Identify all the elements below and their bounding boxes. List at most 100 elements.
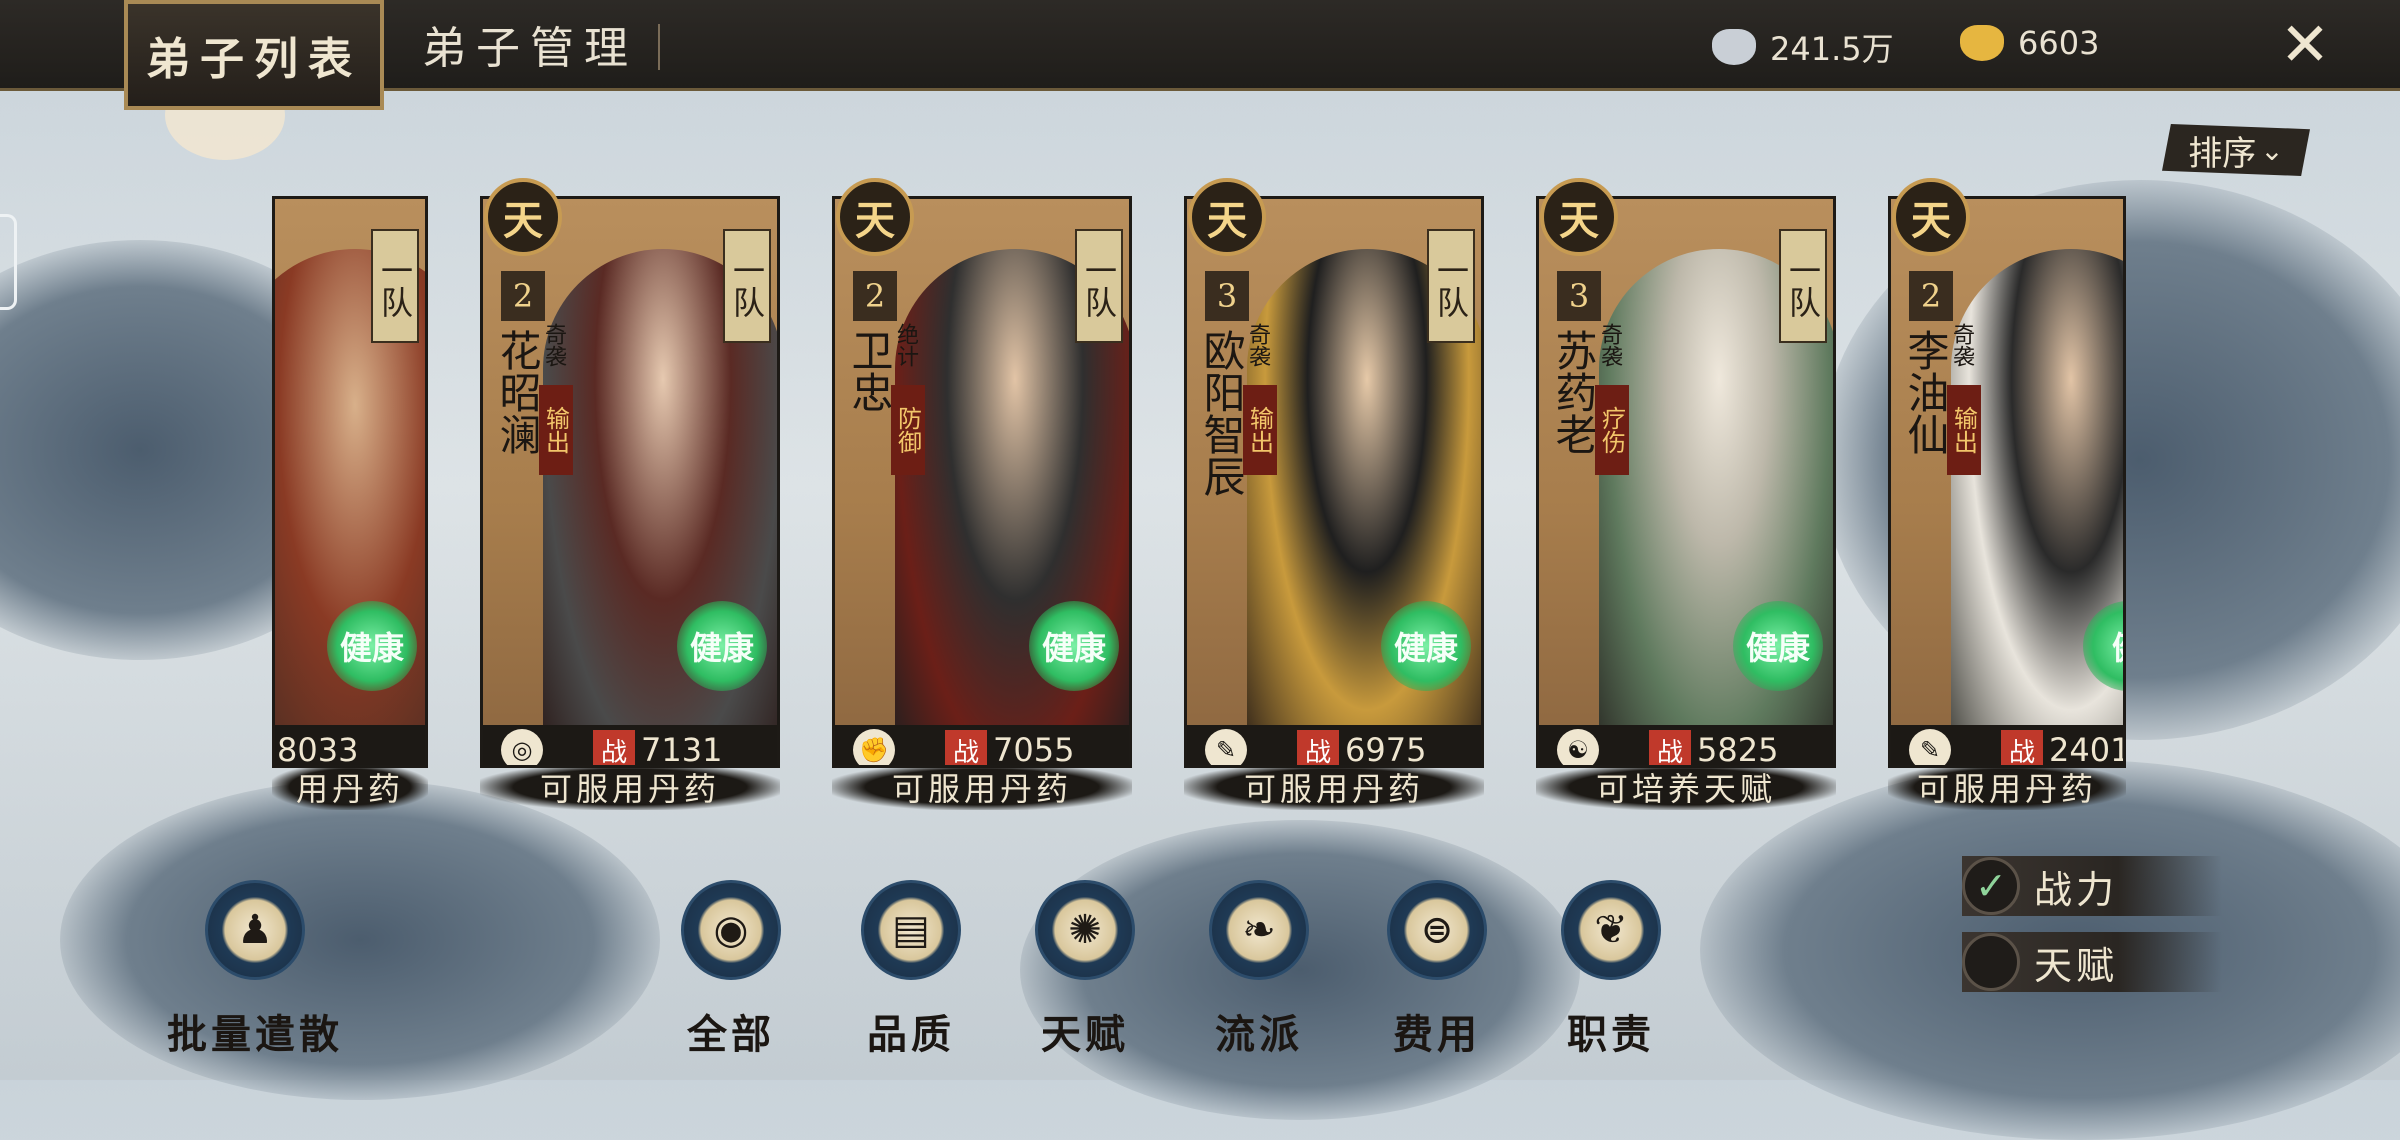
card-frame: 3 一队 苏药老 奇袭 疗伤 健康 ☯ 战 5825 xyxy=(1536,196,1836,768)
card-status: 可培养天赋 xyxy=(1536,764,1836,810)
disciples-group-icon: ♟ xyxy=(205,880,305,980)
school-emblem-icon: ✊ xyxy=(853,729,895,765)
cards-icon: ▤ xyxy=(861,880,961,980)
silver-amount: 241.5万 xyxy=(1770,30,1894,68)
tab-disciple-list[interactable]: 弟子列表 xyxy=(124,0,384,110)
health-badge: 健康 xyxy=(677,601,767,691)
tab-divider xyxy=(658,24,660,70)
zhan-badge: 战 xyxy=(593,729,636,765)
disciple-style: 绝计 xyxy=(893,323,918,367)
star-level: 2 xyxy=(853,271,897,321)
role-badge: 防御 xyxy=(891,385,925,475)
team-badge: 一队 xyxy=(723,229,771,343)
sort-option-talent[interactable]: 天赋 xyxy=(1962,932,2222,992)
swirl-icon: ✺ xyxy=(1035,880,1135,980)
close-icon: ✕ xyxy=(2279,10,2331,80)
card-status: 可服用丹药 xyxy=(1184,764,1484,810)
card-frame: 2 一队 花昭澜 奇袭 输出 健康 ◎ 战 7131 xyxy=(480,196,780,768)
rank-badge: 天 xyxy=(1892,178,1970,256)
side-handle[interactable] xyxy=(0,214,17,310)
power-display: 战 5825 xyxy=(1649,729,1779,768)
filter-quality-button[interactable]: ▤ 品质 xyxy=(856,880,966,1060)
zhan-badge: 战 xyxy=(945,729,988,765)
disciple-card[interactable]: 一队 健康 8033 用丹药 xyxy=(272,178,428,810)
filter-cost-label: 费用 xyxy=(1393,1011,1481,1058)
filter-talent-button[interactable]: ✺ 天赋 xyxy=(1030,880,1140,1060)
power-display: 8033 xyxy=(277,729,359,768)
power-value: 6975 xyxy=(1345,731,1427,768)
disciple-style: 奇袭 xyxy=(1949,323,1974,367)
disciple-name: 花昭澜 xyxy=(493,329,542,455)
card-status: 可服用丹药 xyxy=(832,764,1132,810)
character-portrait xyxy=(1951,249,2123,765)
role-badge: 疗伤 xyxy=(1595,385,1629,475)
sort-button[interactable]: 排序 ⌄ xyxy=(2162,124,2310,176)
scroll-icon: ❧ xyxy=(1209,880,1309,980)
gold-currency[interactable]: 6603 xyxy=(1960,24,2099,62)
power-display: 战 6975 xyxy=(1297,729,1427,768)
disciple-card[interactable]: 2 一队 卫忠 绝计 防御 健康 ✊ 战 7055 天 可服用丹药 xyxy=(832,178,1132,810)
disciple-name: 苏药老 xyxy=(1549,329,1598,455)
star-level: 2 xyxy=(501,271,545,321)
silver-ingot-icon xyxy=(1712,29,1756,65)
card-status: 可服用丹药 xyxy=(480,764,780,810)
tab-disciple-management[interactable]: 弟子管理 xyxy=(400,0,660,88)
filter-all-button[interactable]: ◉ 全部 xyxy=(676,880,786,1060)
filter-duty-label: 职责 xyxy=(1567,1011,1655,1058)
role-badge: 输出 xyxy=(1947,385,1981,475)
team-badge: 一队 xyxy=(1427,229,1475,343)
power-value: 8033 xyxy=(277,731,359,768)
disciple-name: 李油仙 xyxy=(1901,329,1950,455)
power-display: 战 2401 xyxy=(2001,729,2126,768)
card-frame: 一队 健康 8033 xyxy=(272,196,428,768)
batch-dismiss-button[interactable]: ♟ 批量遣散 xyxy=(167,880,339,1060)
rank-badge: 天 xyxy=(1188,178,1266,256)
school-emblem-icon: ✎ xyxy=(1909,729,1951,765)
team-badge: 一队 xyxy=(1075,229,1123,343)
disciple-card[interactable]: 2 李油仙 奇袭 输出 健 ✎ 战 2401 天 可服用丹药 xyxy=(1888,178,2126,810)
all-filter-icon: ◉ xyxy=(681,880,781,980)
disciple-style: 奇袭 xyxy=(1245,323,1270,367)
disciple-card[interactable]: 3 一队 苏药老 奇袭 疗伤 健康 ☯ 战 5825 天 可培养天赋 xyxy=(1536,178,1836,810)
disciple-card[interactable]: 3 一队 欧阳智辰 奇袭 输出 健康 ✎ 战 6975 天 可服用丹药 xyxy=(1184,178,1484,810)
school-emblem-icon: ✎ xyxy=(1205,729,1247,765)
power-value: 2401 xyxy=(2049,731,2126,768)
gold-ingot-icon xyxy=(1960,25,2004,61)
radio-empty-icon xyxy=(1962,933,2020,991)
rank-badge: 天 xyxy=(1540,178,1618,256)
school-emblem-icon: ☯ xyxy=(1557,729,1599,765)
star-level: 3 xyxy=(1205,271,1249,321)
disciple-name: 欧阳智辰 xyxy=(1197,329,1246,497)
power-display: 战 7055 xyxy=(945,729,1074,765)
mountain-decoration xyxy=(60,780,660,1100)
chevron-down-icon: ⌄ xyxy=(2260,133,2284,167)
card-status: 可服用丹药 xyxy=(1888,764,2126,810)
team-badge: 一队 xyxy=(371,229,419,343)
sort-option-power[interactable]: ✓ 战力 xyxy=(1962,856,2222,916)
card-status: 用丹药 xyxy=(272,764,428,810)
disciple-card[interactable]: 2 一队 花昭澜 奇袭 输出 健康 ◎ 战 7131 天 可服用丹药 xyxy=(480,178,780,810)
rank-badge: 天 xyxy=(484,178,562,256)
star-level: 3 xyxy=(1557,271,1601,321)
card-frame: 3 一队 欧阳智辰 奇袭 输出 健康 ✎ 战 6975 xyxy=(1184,196,1484,768)
zhan-badge: 战 xyxy=(1297,729,1340,765)
rank-badge: 天 xyxy=(836,178,914,256)
filter-cost-button[interactable]: ⊜ 费用 xyxy=(1382,880,1492,1060)
check-icon: ✓ xyxy=(1962,857,2020,915)
book-icon: ❦ xyxy=(1561,880,1661,980)
filter-duty-button[interactable]: ❦ 职责 xyxy=(1556,880,1666,1060)
power-display: 战 7131 xyxy=(593,729,722,765)
role-badge: 输出 xyxy=(1243,385,1277,475)
disciple-name: 卫忠 xyxy=(845,329,894,413)
health-badge: 健康 xyxy=(1029,601,1119,691)
batch-dismiss-label: 批量遣散 xyxy=(167,1011,343,1058)
gold-amount: 6603 xyxy=(2018,24,2100,62)
power-value: 5825 xyxy=(1697,731,1779,768)
disciple-style: 奇袭 xyxy=(541,323,566,367)
money-bag-icon: ⊜ xyxy=(1387,880,1487,980)
card-frame: 2 李油仙 奇袭 输出 健 ✎ 战 2401 xyxy=(1888,196,2126,768)
filter-all-label: 全部 xyxy=(687,1011,775,1058)
filter-school-button[interactable]: ❧ 流派 xyxy=(1204,880,1314,1060)
close-button[interactable]: ✕ xyxy=(2260,10,2350,80)
disciple-style: 奇袭 xyxy=(1597,323,1622,367)
